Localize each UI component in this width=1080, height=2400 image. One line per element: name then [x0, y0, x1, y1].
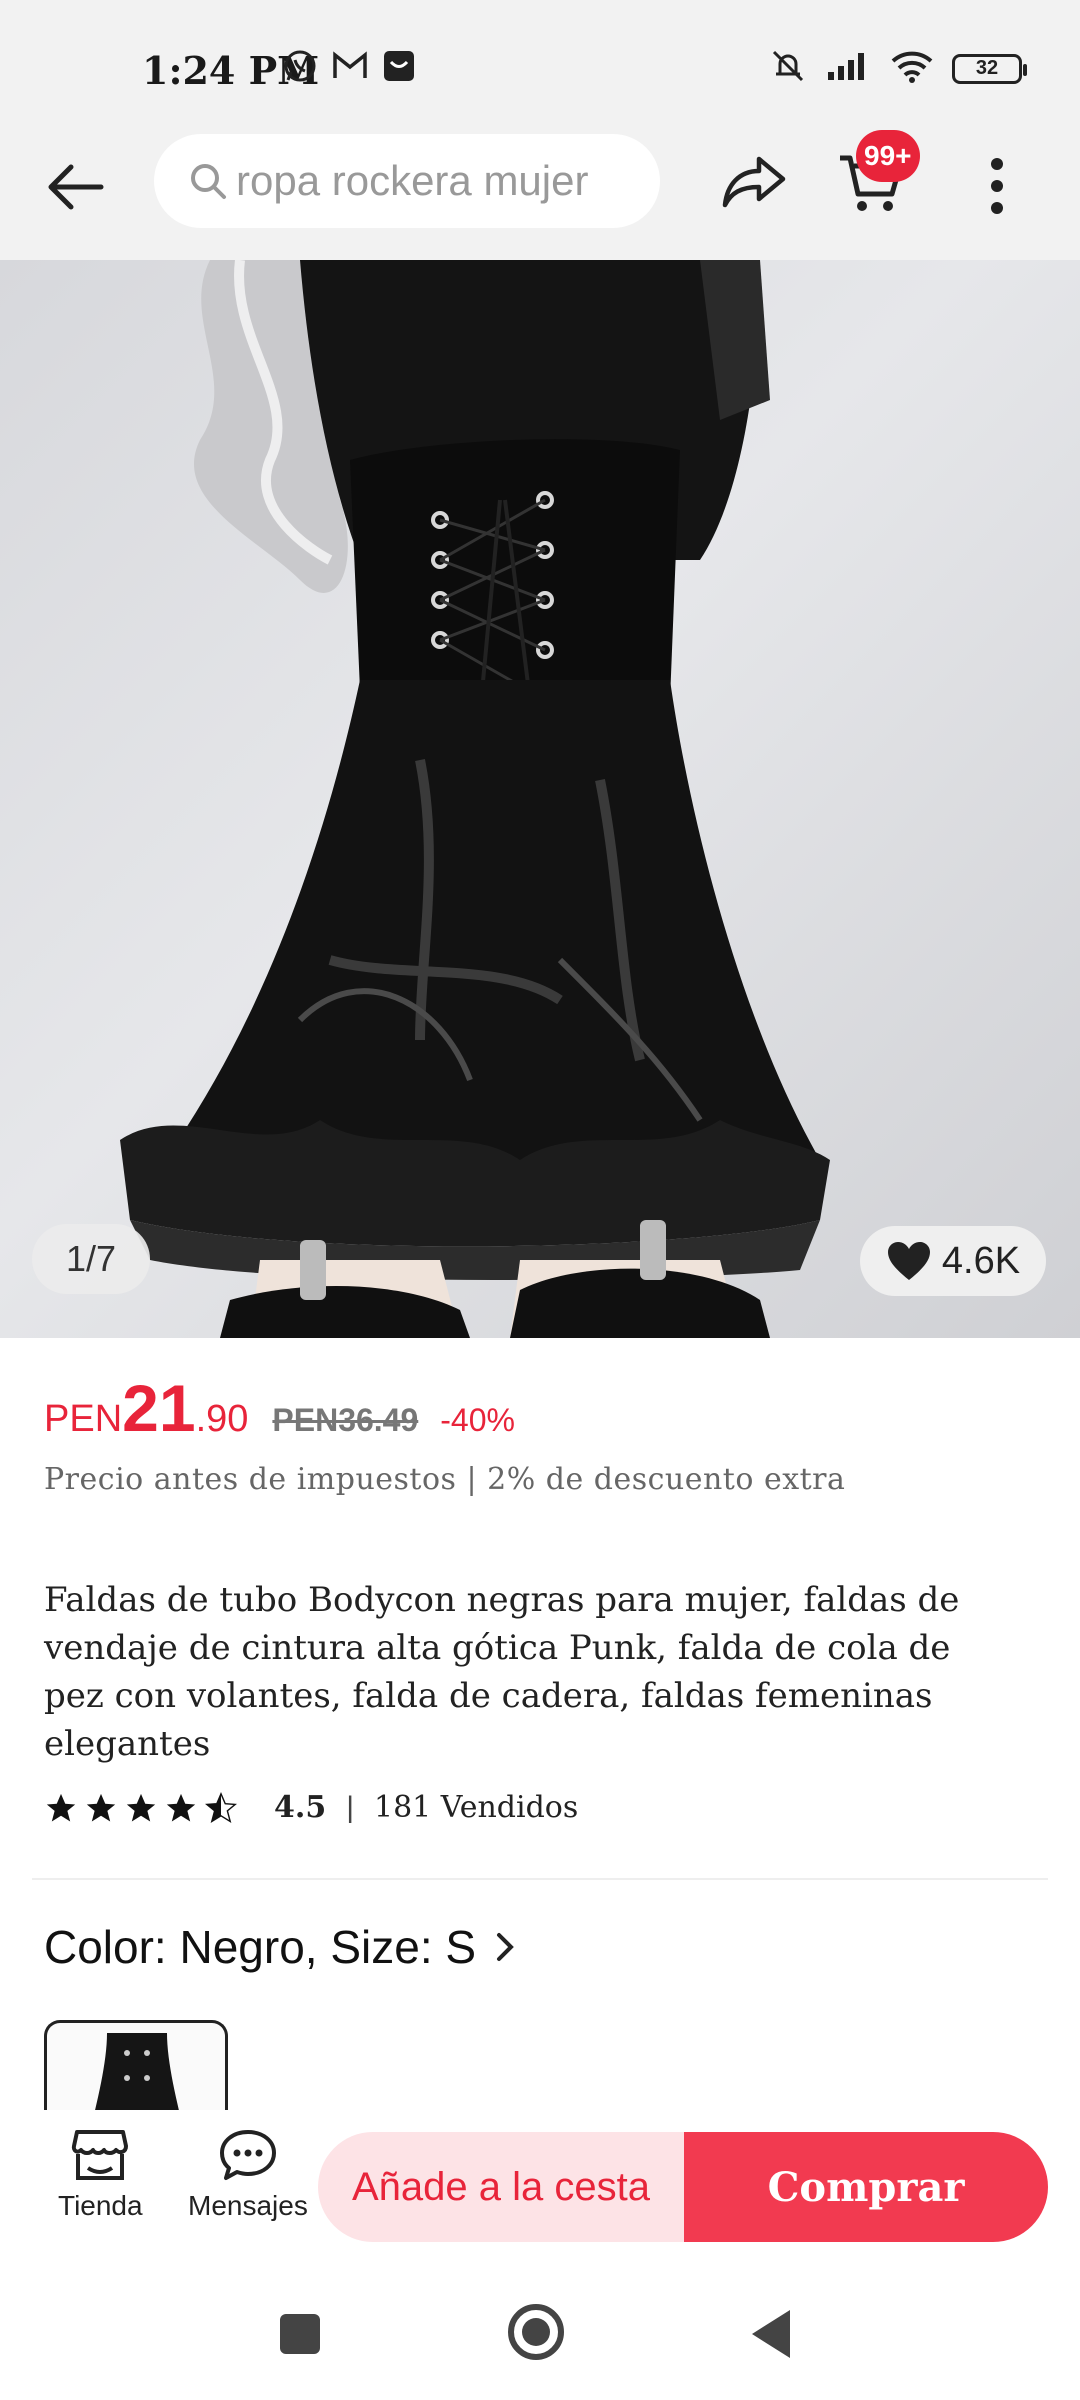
- wishlist-button[interactable]: 4.6K: [860, 1226, 1046, 1296]
- sold-count: 181 Vendidos: [374, 1790, 579, 1825]
- search-query: ropa rockera mujer: [236, 157, 589, 204]
- store-button[interactable]: Tienda: [58, 2128, 143, 2222]
- cart-count-badge: 99+: [856, 130, 920, 182]
- original-price: PEN36.49: [272, 1402, 419, 1438]
- product-image-gallery[interactable]: 1/7 4.6K: [0, 260, 1080, 1338]
- status-bar: 1:24 PM 32: [0, 0, 1080, 130]
- search-input[interactable]: ropa rockera mujer: [154, 134, 660, 228]
- notification-icons: [282, 48, 416, 89]
- back-button[interactable]: [40, 152, 110, 222]
- messages-button[interactable]: Mensajes: [188, 2128, 308, 2222]
- product-title: Faldas de tubo Bodycon negras para mujer…: [44, 1580, 960, 1764]
- divider: [32, 1878, 1048, 1880]
- rating-separator: |: [346, 1790, 354, 1824]
- more-vertical-icon: [991, 158, 1003, 214]
- image-counter: 1/7: [32, 1224, 150, 1294]
- system-icons: 32: [768, 48, 1027, 89]
- product-photo: [120, 260, 830, 1338]
- gmail-icon: [332, 51, 368, 86]
- chat-bubble-icon: [219, 2130, 276, 2180]
- signal-icon: [826, 50, 872, 87]
- heart-icon: [887, 1242, 930, 1280]
- price-row: PEN 21 .90 PEN36.49 -40%: [44, 1370, 515, 1446]
- variant-selector[interactable]: Color: Negro, Size: S: [44, 1920, 516, 1974]
- whatsapp-icon: [282, 48, 318, 89]
- variant-label: Color: Negro, Size: S: [44, 1921, 477, 1973]
- search-icon: [191, 164, 226, 199]
- buy-now-button[interactable]: Comprar: [684, 2132, 1048, 2242]
- star-icon: [46, 1793, 76, 1821]
- bottom-action-bar: Tienda Mensajes Añade a la cesta Comprar: [0, 2110, 1080, 2260]
- star-rating: [44, 1791, 238, 1825]
- half-star-icon: [205, 1791, 237, 1823]
- price-decimal: .90: [195, 1398, 249, 1440]
- system-back-button[interactable]: [752, 2310, 790, 2358]
- system-navigation-bar: [0, 2260, 1080, 2400]
- chevron-right-icon: [497, 1933, 514, 1961]
- home-button[interactable]: [508, 2304, 564, 2360]
- store-icon: [72, 2130, 129, 2180]
- battery-icon: 32: [952, 53, 1027, 84]
- share-icon: [722, 156, 786, 208]
- price-integer: 21: [122, 1371, 196, 1445]
- star-icon: [86, 1793, 116, 1821]
- rating-value: 4.5: [274, 1790, 327, 1825]
- recents-button[interactable]: [280, 2314, 320, 2354]
- store-label: Tienda: [58, 2190, 143, 2221]
- star-icon: [126, 1793, 156, 1821]
- rating-row[interactable]: 4.5 | 181 Vendidos: [44, 1790, 578, 1825]
- wifi-icon: [890, 49, 934, 88]
- mute-icon: [768, 48, 808, 89]
- more-options-button[interactable]: [962, 146, 1032, 226]
- likes-count: 4.6K: [941, 1239, 1021, 1282]
- messages-label: Mensajes: [188, 2190, 308, 2221]
- arrow-left-icon: [48, 164, 104, 210]
- share-button[interactable]: [714, 146, 794, 216]
- price-currency: PEN: [44, 1398, 123, 1440]
- price-note: Precio antes de impuestos | 2% de descue…: [44, 1462, 846, 1497]
- discount-badge: -40%: [440, 1402, 515, 1438]
- top-app-bar: ropa rockera mujer 99+: [0, 130, 1080, 260]
- star-icon: [166, 1793, 196, 1821]
- add-to-cart-button[interactable]: Añade a la cesta: [318, 2132, 684, 2242]
- notification-icon: [382, 49, 416, 88]
